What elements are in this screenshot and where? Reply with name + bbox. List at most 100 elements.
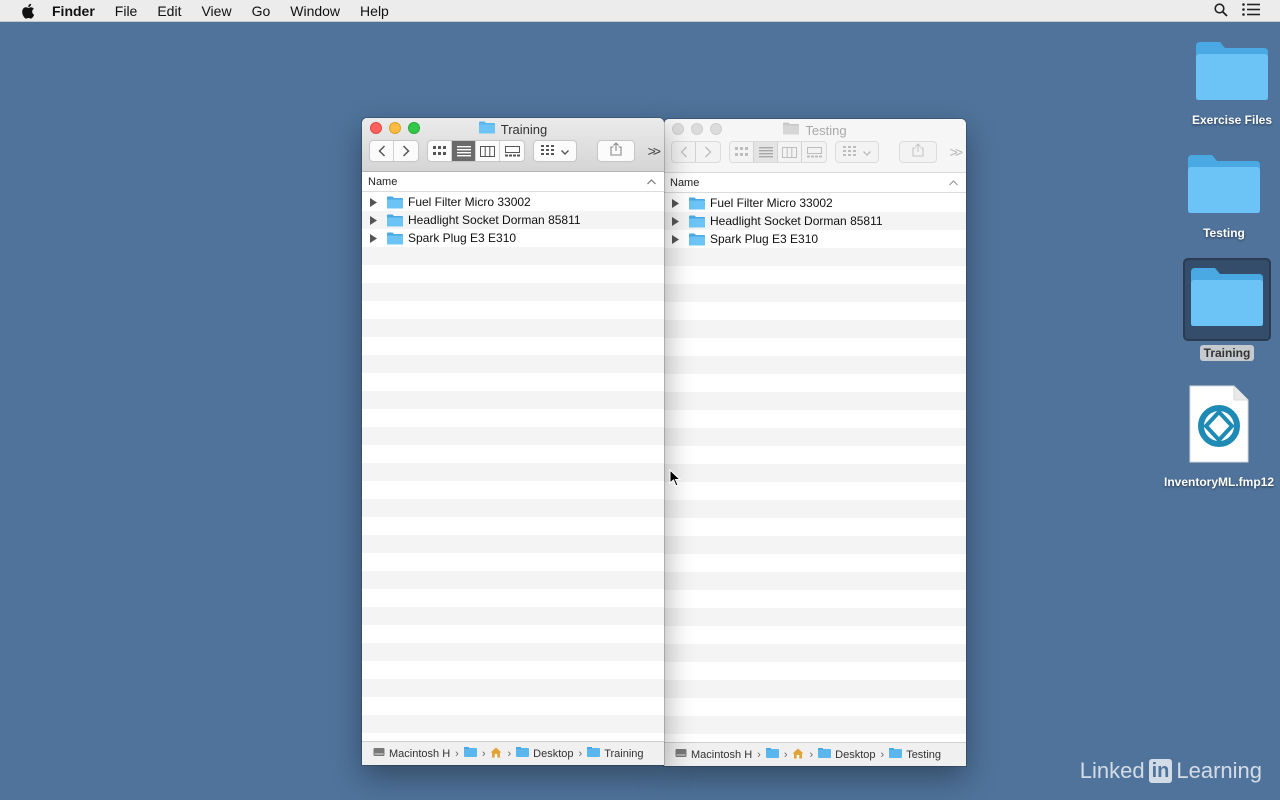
menu-help[interactable]: Help xyxy=(360,0,389,22)
folder-icon xyxy=(1186,153,1262,220)
path-bar: Macintosh H › › › Desktop › Testing xyxy=(664,742,966,766)
path-item-users[interactable] xyxy=(765,748,779,761)
path-item-current[interactable]: Testing xyxy=(889,748,941,761)
folder-icon xyxy=(818,748,832,761)
disclosure-triangle-icon[interactable] xyxy=(664,198,686,208)
desktop-icon-inventoryml[interactable]: InventoryML.fmp12 xyxy=(1160,384,1278,489)
path-item-desktop[interactable]: Desktop xyxy=(516,747,574,760)
folder-icon xyxy=(387,196,403,209)
list-item-name: Fuel Filter Micro 33002 xyxy=(710,196,833,210)
linkedin-learning-watermark: Linked in Learning xyxy=(1079,758,1262,783)
forward-button[interactable] xyxy=(696,142,720,162)
toolbar-overflow-icon[interactable]: >> xyxy=(950,144,963,160)
home-icon xyxy=(490,747,502,761)
grid-arrange-icon xyxy=(843,143,857,161)
list-item[interactable]: Headlight Socket Dorman 85811 xyxy=(664,212,966,230)
folder-icon xyxy=(463,747,477,760)
file-list: Fuel Filter Micro 33002 Headlight Socket… xyxy=(664,194,966,742)
back-button[interactable] xyxy=(672,142,696,162)
list-item[interactable]: Fuel Filter Micro 33002 xyxy=(362,193,664,211)
disclosure-triangle-icon[interactable] xyxy=(664,216,686,226)
folder-icon xyxy=(1183,258,1271,341)
view-mode-control xyxy=(729,141,827,163)
arrange-menu-button[interactable] xyxy=(533,140,577,162)
icon-view-button[interactable] xyxy=(428,141,452,161)
hard-disk-icon xyxy=(675,748,687,761)
gallery-view-button[interactable] xyxy=(500,141,524,161)
menu-finder[interactable]: Finder xyxy=(52,0,95,22)
list-item[interactable]: Headlight Socket Dorman 85811 xyxy=(362,211,664,229)
share-icon xyxy=(610,141,622,161)
chevron-down-icon xyxy=(561,142,569,160)
arrange-menu-button[interactable] xyxy=(835,141,879,163)
apple-menu-icon[interactable] xyxy=(17,3,39,19)
finder-window-training: Training >> Name Fuel Filter Micro 33002… xyxy=(362,118,664,765)
folder-icon xyxy=(689,215,705,228)
list-item[interactable]: Fuel Filter Micro 33002 xyxy=(664,194,966,212)
hard-disk-icon xyxy=(373,747,385,760)
column-view-button[interactable] xyxy=(778,142,802,162)
folder-icon xyxy=(1194,40,1270,107)
column-header-name[interactable]: Name xyxy=(362,172,664,192)
icon-view-button[interactable] xyxy=(730,142,754,162)
list-view-button[interactable] xyxy=(452,141,476,161)
column-view-button[interactable] xyxy=(476,141,500,161)
home-icon xyxy=(792,748,804,762)
window-title: Testing xyxy=(664,122,966,138)
notification-center-icon[interactable] xyxy=(1242,3,1260,19)
menu-window[interactable]: Window xyxy=(290,0,340,22)
filemaker-document-icon xyxy=(1188,384,1250,469)
grid-arrange-icon xyxy=(541,142,555,160)
back-forward-control xyxy=(671,141,721,163)
menu-file[interactable]: File xyxy=(115,0,138,22)
path-item-home[interactable] xyxy=(792,748,804,762)
menu-go[interactable]: Go xyxy=(252,0,271,22)
disclosure-triangle-icon[interactable] xyxy=(362,215,384,225)
share-button[interactable] xyxy=(597,140,635,162)
folder-icon xyxy=(387,232,403,245)
folder-icon xyxy=(478,121,495,137)
menu-view[interactable]: View xyxy=(201,0,231,22)
share-button[interactable] xyxy=(899,141,937,163)
folder-icon xyxy=(516,747,530,760)
path-item-disk[interactable]: Macintosh H xyxy=(373,747,450,760)
folder-icon xyxy=(689,233,705,246)
list-item-name: Spark Plug E3 E310 xyxy=(408,231,517,245)
list-item[interactable]: Spark Plug E3 E310 xyxy=(362,229,664,247)
finder-window-testing: Testing >> Name Fuel Filter Micro 33002 … xyxy=(664,119,966,766)
column-header-name[interactable]: Name xyxy=(664,173,966,193)
window-titlebar[interactable]: Training >> xyxy=(362,118,664,172)
path-item-desktop[interactable]: Desktop xyxy=(818,748,876,761)
path-bar: Macintosh H › › › Desktop › Training xyxy=(362,741,664,765)
disclosure-triangle-icon[interactable] xyxy=(362,233,384,243)
disclosure-triangle-icon[interactable] xyxy=(362,197,384,207)
spotlight-search-icon[interactable] xyxy=(1214,2,1228,20)
list-item-name: Spark Plug E3 E310 xyxy=(710,232,819,246)
path-item-disk[interactable]: Macintosh H xyxy=(675,748,752,761)
forward-button[interactable] xyxy=(394,141,418,161)
sort-ascending-icon xyxy=(647,176,656,188)
toolbar-overflow-icon[interactable]: >> xyxy=(648,143,661,159)
list-item[interactable]: Spark Plug E3 E310 xyxy=(664,230,966,248)
back-forward-control xyxy=(369,140,419,162)
path-item-users[interactable] xyxy=(463,747,477,760)
desktop-icon-training[interactable]: Training xyxy=(1182,258,1272,361)
path-item-home[interactable] xyxy=(490,747,502,761)
sort-ascending-icon xyxy=(949,177,958,189)
window-titlebar[interactable]: Testing >> xyxy=(664,119,966,173)
folder-icon xyxy=(765,748,779,761)
disclosure-triangle-icon[interactable] xyxy=(664,234,686,244)
desktop-icon-testing[interactable]: Testing xyxy=(1183,153,1265,240)
desktop-icon-exercise-files[interactable]: Exercise Files xyxy=(1189,40,1275,127)
folder-icon xyxy=(689,197,705,210)
view-mode-control xyxy=(427,140,525,162)
back-button[interactable] xyxy=(370,141,394,161)
window-title: Training xyxy=(362,121,664,137)
menu-edit[interactable]: Edit xyxy=(157,0,181,22)
folder-icon xyxy=(387,214,403,227)
file-list: Fuel Filter Micro 33002 Headlight Socket… xyxy=(362,193,664,741)
gallery-view-button[interactable] xyxy=(802,142,826,162)
folder-icon xyxy=(587,747,601,760)
list-view-button[interactable] xyxy=(754,142,778,162)
path-item-current[interactable]: Training xyxy=(587,747,644,760)
